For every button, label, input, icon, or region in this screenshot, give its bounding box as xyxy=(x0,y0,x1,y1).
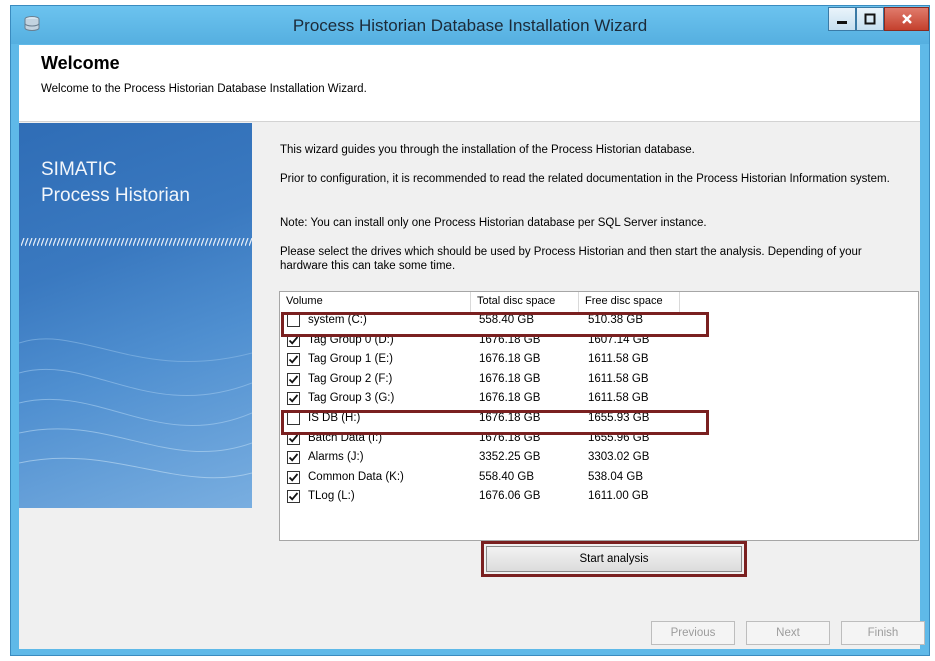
volume-checkbox[interactable] xyxy=(287,392,300,406)
volume-name: Batch Data (I:) xyxy=(308,431,383,444)
volume-name: Tag Group 1 (E:) xyxy=(308,353,394,366)
checkmark-icon xyxy=(288,473,299,482)
table-row[interactable]: Tag Group 1 (E:) 1676.18 GB 1611.58 GB xyxy=(280,351,918,370)
table-row[interactable]: Alarms (J:) 3352.25 GB 3303.02 GB xyxy=(280,449,918,468)
volume-checkbox[interactable] xyxy=(287,372,300,386)
volume-free-space: 1611.00 GB xyxy=(588,490,649,503)
volume-name: Tag Group 3 (G:) xyxy=(308,392,395,405)
volume-total-space: 1676.18 GB xyxy=(479,431,541,444)
brand-stripes xyxy=(21,238,252,246)
checkmark-icon xyxy=(288,355,299,364)
volume-total-space: 3352.25 GB xyxy=(479,451,541,464)
previous-button[interactable]: Previous xyxy=(651,621,735,645)
close-icon xyxy=(901,14,912,24)
volume-free-space: 3303.02 GB xyxy=(588,451,650,464)
checkmark-icon xyxy=(288,453,299,462)
volume-total-space: 1676.06 GB xyxy=(479,490,541,503)
volume-name: Tag Group 2 (F:) xyxy=(308,372,393,385)
volume-total-space: 1676.18 GB xyxy=(479,392,541,405)
intro-text-3: Note: You can install only one Process H… xyxy=(280,217,707,229)
intro-text-4: Please select the drives which should be… xyxy=(280,246,862,272)
maximize-icon xyxy=(864,13,876,25)
volume-total-space: 1676.18 GB xyxy=(479,372,541,385)
intro-text-2: Prior to configuration, it is recommende… xyxy=(280,173,890,185)
volume-name: Tag Group 0 (D:) xyxy=(308,333,394,346)
wizard-client-area: Welcome Welcome to the Process Historian… xyxy=(19,45,925,649)
wizard-header: Welcome Welcome to the Process Historian… xyxy=(19,45,920,122)
volume-list[interactable]: Volume Total disc space Free disc space … xyxy=(279,291,919,541)
volume-checkbox[interactable] xyxy=(287,412,300,425)
checkmark-icon xyxy=(288,492,299,502)
column-header-free[interactable]: Free disc space xyxy=(579,292,680,312)
start-analysis-button[interactable]: Start analysis xyxy=(486,546,742,572)
checkmark-icon xyxy=(288,434,299,443)
volume-free-space: 1611.58 GB xyxy=(588,353,649,366)
volume-total-space: 558.40 GB xyxy=(479,470,534,483)
volume-total-space: 1676.18 GB xyxy=(479,412,541,424)
volume-total-space: 1676.18 GB xyxy=(479,353,541,366)
table-row[interactable]: TLog (L:) 1676.06 GB 1611.00 GB xyxy=(280,488,918,507)
checkmark-icon xyxy=(288,336,299,345)
minimize-button[interactable] xyxy=(828,7,856,31)
title-bar[interactable]: Process Historian Database Installation … xyxy=(11,6,929,44)
brand-product-name: Process Historian xyxy=(41,185,190,206)
checkmark-icon xyxy=(288,394,299,404)
volume-name: Alarms (J:) xyxy=(308,451,364,464)
volume-free-space: 1611.58 GB xyxy=(588,372,649,385)
volume-free-space: 538.04 GB xyxy=(588,470,643,483)
column-header-total[interactable]: Total disc space xyxy=(471,292,579,312)
volume-total-space: 1676.18 GB xyxy=(479,333,541,346)
table-row[interactable]: Common Data (K:) 558.40 GB 538.04 GB xyxy=(280,469,918,488)
volume-free-space: 1611.58 GB xyxy=(588,392,649,405)
volume-free-space: 1655.96 GB xyxy=(588,431,650,444)
volume-checkbox[interactable] xyxy=(287,470,300,484)
volume-free-space: 1607.14 GB xyxy=(588,333,650,346)
next-button[interactable]: Next xyxy=(746,621,830,645)
maximize-button[interactable] xyxy=(856,7,884,31)
volume-checkbox[interactable] xyxy=(287,431,300,445)
brand-panel: SIMATIC Process Historian xyxy=(19,123,252,508)
table-row[interactable]: system (C:) 558.40 GB 510.38 GB xyxy=(280,312,918,331)
volume-name: TLog (L:) xyxy=(308,490,355,503)
brand-simatic: SIMATIC xyxy=(41,159,117,180)
volume-name: Common Data (K:) xyxy=(308,470,404,483)
volume-free-space: 510.38 GB xyxy=(588,314,643,326)
page-subtitle: Welcome to the Process Historian Databas… xyxy=(41,83,367,95)
volume-checkbox[interactable] xyxy=(287,314,300,327)
finish-button[interactable]: Finish xyxy=(841,621,925,645)
volume-name: IS DB (H:) xyxy=(308,412,361,424)
volume-free-space: 1655.93 GB xyxy=(588,412,650,424)
close-button[interactable] xyxy=(884,7,929,31)
wizard-window: Process Historian Database Installation … xyxy=(10,5,930,656)
table-row[interactable]: Tag Group 2 (F:) 1676.18 GB 1611.58 GB xyxy=(280,371,918,390)
table-row[interactable]: Batch Data (I:) 1676.18 GB 1655.96 GB xyxy=(280,430,918,449)
table-row[interactable]: Tag Group 0 (D:) 1676.18 GB 1607.14 GB xyxy=(280,332,918,351)
minimize-icon xyxy=(837,21,847,24)
table-row[interactable]: Tag Group 3 (G:) 1676.18 GB 1611.58 GB xyxy=(280,390,918,409)
volume-name: system (C:) xyxy=(308,314,367,326)
intro-text-1: This wizard guides you through the insta… xyxy=(280,144,695,156)
volume-total-space: 558.40 GB xyxy=(479,314,534,326)
table-row[interactable]: IS DB (H:) 1676.18 GB 1655.93 GB xyxy=(280,410,918,429)
volume-checkbox[interactable] xyxy=(287,490,300,504)
volume-checkbox[interactable] xyxy=(287,451,300,465)
window-title: Process Historian Database Installation … xyxy=(292,16,648,35)
volume-checkbox[interactable] xyxy=(287,353,300,367)
column-header-volume[interactable]: Volume xyxy=(280,292,471,312)
page-title: Welcome xyxy=(41,53,120,73)
checkmark-icon xyxy=(288,375,299,384)
volume-checkbox[interactable] xyxy=(287,333,300,347)
